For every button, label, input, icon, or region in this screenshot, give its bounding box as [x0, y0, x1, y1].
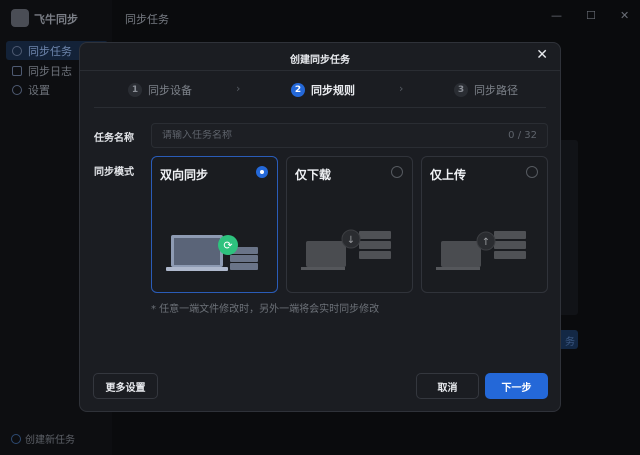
char-counter: 0 / 32	[508, 130, 537, 141]
plus-circle-icon	[11, 434, 21, 444]
next-button[interactable]: 下一步	[485, 373, 548, 399]
upload-illustration-icon: ↑	[436, 227, 536, 273]
svg-text:⟳: ⟳	[223, 239, 232, 252]
task-name-field[interactable]: 0 / 32	[151, 123, 548, 148]
divider	[94, 107, 546, 108]
task-name-input[interactable]	[162, 130, 462, 141]
chevron-right-icon: ›	[399, 82, 403, 95]
create-task-dialog: 创建同步任务 ✕ 1同步设备 › 2同步规则 › 3同步路径 任务名称 0 / …	[79, 42, 561, 412]
app-logo-icon	[11, 9, 29, 27]
download-illustration-icon: ↓	[301, 227, 401, 273]
sync-mode-label: 同步模式	[94, 163, 134, 178]
radio-unselected[interactable]	[391, 166, 403, 178]
app-name: 飞牛同步	[34, 11, 78, 27]
mode-option-two-way[interactable]: 双向同步 ⟳	[151, 156, 278, 293]
create-task-button[interactable]: 创建新任务	[11, 431, 75, 446]
chevron-right-icon: ›	[236, 82, 240, 95]
two-way-sync-illustration-icon: ⟳	[166, 227, 266, 273]
sync-icon	[12, 46, 22, 56]
step-3: 3同步路径	[454, 82, 518, 98]
svg-text:↓: ↓	[347, 235, 355, 246]
radio-selected[interactable]	[256, 166, 268, 178]
mode-option-download-only[interactable]: 仅下载 ↓	[286, 156, 413, 293]
close-icon[interactable]: ✕	[536, 47, 548, 63]
step-1: 1同步设备	[128, 82, 192, 98]
log-icon	[12, 66, 22, 76]
window-close-icon[interactable]: ✕	[620, 9, 629, 22]
mode-hint: * 任意一端文件修改时，另外一端将会实时同步修改	[151, 300, 379, 315]
mode-option-upload-only[interactable]: 仅上传 ↑	[421, 156, 548, 293]
dialog-title: 创建同步任务	[80, 51, 560, 66]
maximize-icon[interactable]: ☐	[586, 9, 596, 22]
cancel-button[interactable]: 取消	[416, 373, 479, 399]
svg-text:↑: ↑	[482, 237, 490, 248]
radio-unselected[interactable]	[526, 166, 538, 178]
task-name-label: 任务名称	[94, 129, 134, 144]
page-title: 同步任务	[125, 11, 169, 27]
divider	[80, 70, 560, 71]
more-settings-button[interactable]: 更多设置	[93, 373, 158, 399]
gear-icon	[12, 85, 22, 95]
minimize-icon[interactable]: —	[551, 9, 562, 22]
step-2: 2同步规则	[291, 82, 355, 98]
